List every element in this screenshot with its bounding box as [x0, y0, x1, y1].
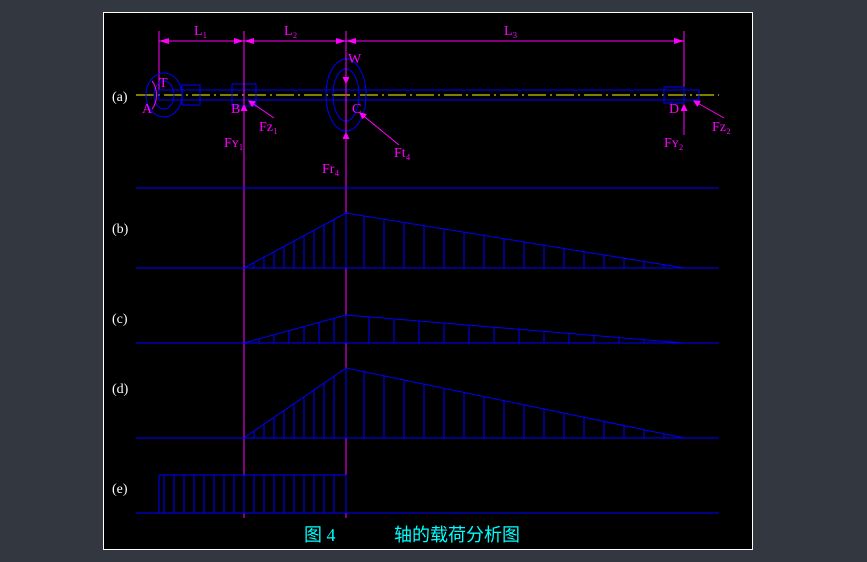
row-b [136, 213, 719, 268]
pt-A: A [142, 102, 153, 117]
row-e [136, 475, 719, 513]
row-label-d: (d) [112, 382, 129, 397]
force-Fz1: Fz₁ [259, 120, 278, 135]
row-a [136, 59, 719, 131]
drawing-frame: L₁ L₂ L₃ A B C D T W [103, 12, 753, 550]
force-Fy1: Fʏ₁ [224, 136, 244, 151]
caption-text: 轴的载荷分析图 [394, 525, 520, 545]
row-label-a: (a) [112, 90, 128, 105]
row-c [136, 315, 719, 343]
row-d [136, 368, 719, 438]
force-Fy2: Fʏ₂ [664, 136, 684, 151]
pt-W: W [348, 52, 362, 67]
dim-L3: L₃ [504, 24, 518, 39]
force-Fr4: Fr₄ [322, 162, 339, 177]
force-Ft4: Ft₄ [394, 146, 411, 161]
pt-B: B [231, 102, 240, 117]
pt-T: T [159, 76, 168, 91]
pt-C: C [352, 102, 361, 117]
dimension-lines [159, 31, 684, 95]
dim-L2: L₂ [284, 24, 298, 39]
caption-prefix: 图 4 [304, 525, 336, 545]
pt-D: D [669, 102, 679, 117]
diagram-svg: L₁ L₂ L₃ A B C D T W [104, 13, 752, 549]
row-label-c: (c) [112, 312, 128, 327]
force-Fz2: Fz₂ [712, 120, 731, 135]
row-label-e: (e) [112, 482, 128, 497]
row-label-b: (b) [112, 222, 129, 237]
dim-L1: L₁ [194, 24, 207, 39]
